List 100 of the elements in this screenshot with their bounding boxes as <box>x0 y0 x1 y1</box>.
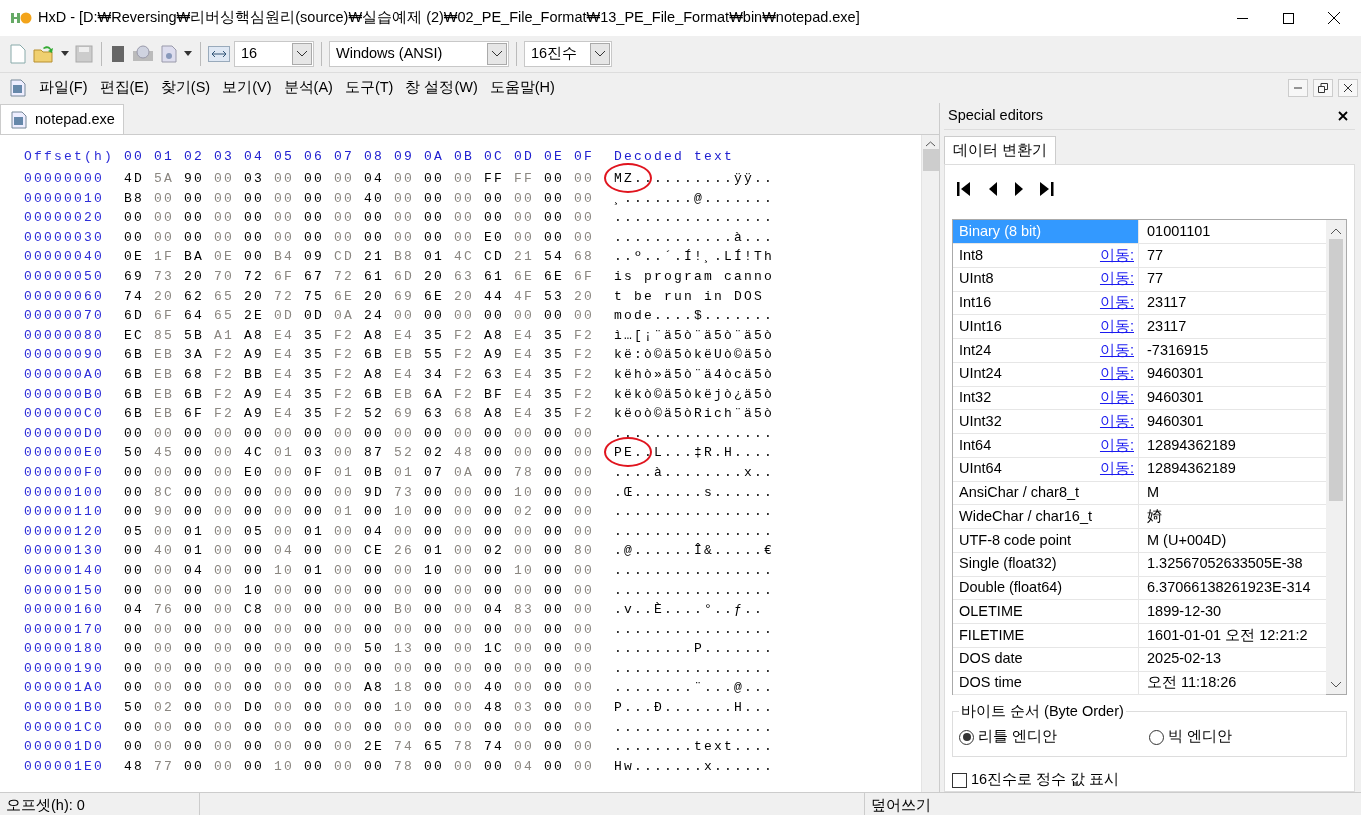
hex-byte[interactable]: A8 <box>244 325 274 346</box>
hex-byte[interactable]: 00 <box>364 560 394 581</box>
hex-byte[interactable]: 00 <box>274 600 304 620</box>
hex-byte[interactable]: 00 <box>454 600 484 620</box>
hex-byte[interactable]: 07 <box>424 462 454 483</box>
charset-dropdown[interactable]: Windows (ANSI) <box>329 41 509 67</box>
hex-byte[interactable]: 00 <box>244 247 274 267</box>
field-label-cell[interactable]: Int24 이동: <box>953 339 1139 362</box>
menu-item[interactable]: 보기(V) <box>217 75 277 101</box>
hex-byte[interactable]: 26 <box>394 541 424 561</box>
hex-byte[interactable]: 44 <box>484 286 514 307</box>
hex-byte[interactable]: 00 <box>214 658 244 679</box>
hex-byte[interactable]: 00 <box>364 698 394 718</box>
hex-byte[interactable]: 00 <box>124 482 154 503</box>
hex-byte[interactable]: 1C <box>484 639 514 659</box>
hex-byte[interactable]: 00 <box>394 717 424 738</box>
hex-byte[interactable]: 5A <box>154 169 184 189</box>
hex-byte[interactable]: 00 <box>454 698 484 718</box>
hex-byte[interactable]: 78 <box>454 737 484 757</box>
hex-byte[interactable]: 00 <box>574 658 604 679</box>
hex-byte[interactable]: 00 <box>304 580 334 600</box>
hex-byte[interactable]: A1 <box>214 325 244 346</box>
hex-byte[interactable]: 20 <box>154 286 184 307</box>
hex-byte[interactable]: 20 <box>424 267 454 287</box>
hex-byte[interactable]: E4 <box>514 404 544 424</box>
hex-byte[interactable]: 00 <box>304 658 334 679</box>
hex-byte[interactable]: 00 <box>484 462 514 483</box>
hex-byte[interactable]: 03 <box>514 698 544 718</box>
hex-byte[interactable]: A8 <box>364 365 394 385</box>
hex-byte[interactable]: 00 <box>454 580 484 600</box>
hex-byte[interactable]: 00 <box>274 737 304 757</box>
hex-byte[interactable]: 83 <box>514 600 544 620</box>
hex-byte[interactable]: 00 <box>484 502 514 522</box>
hex-byte[interactable]: 00 <box>454 639 484 659</box>
hex-byte[interactable]: 55 <box>424 345 454 365</box>
hex-byte[interactable]: 00 <box>184 443 214 463</box>
hex-byte[interactable]: 00 <box>334 560 364 581</box>
hex-byte[interactable]: 0E <box>214 247 244 267</box>
hex-byte[interactable]: E4 <box>274 345 304 365</box>
field-label-cell[interactable]: Double (float64) <box>953 576 1139 600</box>
hex-byte[interactable]: 03 <box>304 443 334 463</box>
hex-byte[interactable]: 00 <box>244 502 274 522</box>
hex-byte[interactable]: 00 <box>274 423 304 444</box>
hex-byte[interactable]: 00 <box>574 208 604 228</box>
hex-byte[interactable]: 00 <box>244 639 274 659</box>
hex-byte[interactable]: 00 <box>214 208 244 228</box>
hex-byte[interactable]: 00 <box>544 541 574 561</box>
hex-byte[interactable]: F2 <box>574 345 604 365</box>
hex-byte[interactable]: 13 <box>394 639 424 659</box>
scrollbar[interactable] <box>921 135 939 792</box>
hex-byte[interactable]: A8 <box>484 404 514 424</box>
hex-byte[interactable]: BA <box>184 247 214 267</box>
hex-byte[interactable]: 00 <box>124 462 154 483</box>
hex-byte[interactable]: 00 <box>484 306 514 326</box>
hex-byte[interactable]: F2 <box>214 345 244 365</box>
scrollbar-thumb[interactable] <box>1329 239 1343 502</box>
hex-byte[interactable]: 6D <box>394 267 424 287</box>
hex-byte[interactable]: 00 <box>394 560 424 581</box>
hex-byte[interactable]: 00 <box>334 423 364 444</box>
hex-byte[interactable]: 00 <box>124 502 154 522</box>
hex-byte[interactable]: 00 <box>184 600 214 620</box>
hex-byte[interactable]: 00 <box>334 737 364 757</box>
hex-byte[interactable]: 00 <box>514 443 544 463</box>
hex-byte[interactable]: EB <box>154 345 184 365</box>
field-label-cell[interactable]: WideChar / char16_t <box>953 505 1139 528</box>
hex-byte[interactable]: 00 <box>304 600 334 620</box>
hex-byte[interactable]: 00 <box>424 482 454 503</box>
hex-byte[interactable]: 00 <box>274 208 304 228</box>
hex-byte[interactable]: 00 <box>424 600 454 620</box>
hex-byte[interactable]: 00 <box>184 188 214 209</box>
hex-byte[interactable]: 6A <box>424 384 454 405</box>
caret-icon[interactable] <box>183 50 193 58</box>
hex-byte[interactable]: 72 <box>274 286 304 307</box>
hex-byte[interactable]: 40 <box>154 541 184 561</box>
hex-byte[interactable]: 00 <box>454 678 484 698</box>
hex-byte[interactable]: 0F <box>304 462 334 483</box>
hex-byte[interactable]: 00 <box>304 502 334 522</box>
hex-byte[interactable]: 00 <box>544 169 574 189</box>
hex-byte[interactable]: 00 <box>184 423 214 444</box>
hex-byte[interactable]: 00 <box>274 639 304 659</box>
hex-byte[interactable]: 10 <box>514 482 544 503</box>
hex-byte[interactable]: 00 <box>574 502 604 522</box>
hex-byte[interactable]: 00 <box>574 619 604 640</box>
hex-byte[interactable]: 69 <box>394 404 424 424</box>
hex-byte[interactable]: 00 <box>424 756 454 777</box>
hex-byte[interactable]: 01 <box>274 443 304 463</box>
menu-item[interactable]: 도움말(H) <box>484 75 560 101</box>
go-to-link[interactable]: 이동: <box>1099 387 1134 409</box>
hex-byte[interactable]: CE <box>364 541 394 561</box>
go-to-link[interactable]: 이동: <box>1099 315 1134 338</box>
radio-button[interactable]: 빅 엔디안 <box>1148 726 1338 748</box>
hex-byte[interactable]: 74 <box>394 737 424 757</box>
hex-byte[interactable]: E4 <box>274 365 304 385</box>
hex-byte[interactable]: 00 <box>334 639 364 659</box>
hex-byte[interactable]: 00 <box>514 639 544 659</box>
hex-byte[interactable]: 00 <box>304 541 334 561</box>
hex-byte[interactable]: 48 <box>124 756 154 777</box>
hex-byte[interactable]: 00 <box>214 521 244 542</box>
hex-byte[interactable]: 00 <box>394 423 424 444</box>
hex-byte[interactable]: 00 <box>304 482 334 503</box>
